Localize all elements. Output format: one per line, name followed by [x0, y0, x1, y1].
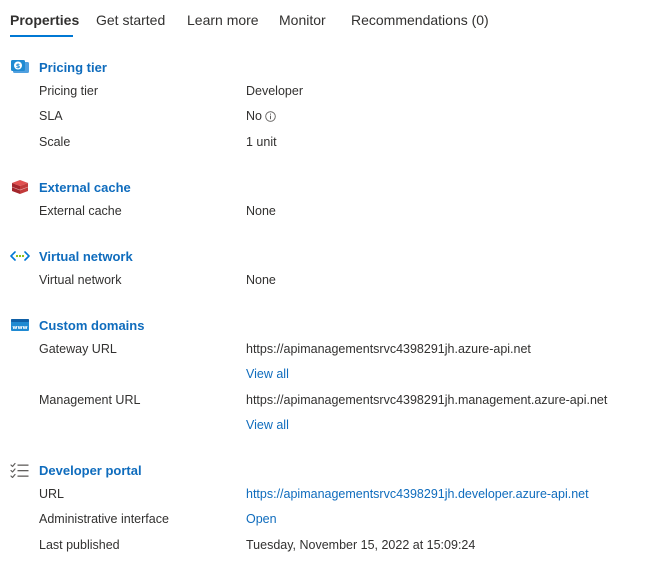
pricing-tier-label: Pricing tier [39, 84, 99, 98]
sla-value-wrapper: No [246, 109, 276, 125]
sla-value: No [246, 109, 262, 123]
section-title: External cache [39, 179, 131, 195]
section-external-cache: External cache [10, 177, 131, 197]
tab-bar: Properties Get started Learn more Monito… [0, 0, 653, 40]
tab-monitor[interactable]: Monitor [279, 12, 326, 28]
management-url-value: https://apimanagementsrvc4398291jh.manag… [246, 393, 608, 407]
info-icon[interactable] [265, 111, 276, 125]
scale-value: 1 unit [246, 135, 277, 149]
gateway-url-label: Gateway URL [39, 342, 117, 356]
section-title: Pricing tier [39, 59, 107, 75]
portal-url-label: URL [39, 487, 65, 501]
virtual-network-value: None [246, 273, 276, 287]
last-published-value: Tuesday, November 15, 2022 at 15:09:24 [246, 538, 476, 552]
virtual-network-icon [10, 248, 30, 264]
management-url-label: Management URL [39, 393, 141, 407]
section-pricing-tier: $ Pricing tier [10, 57, 107, 77]
pricing-tier-value: Developer [246, 84, 303, 98]
tab-properties[interactable]: Properties [10, 12, 79, 28]
tab-get-started[interactable]: Get started [96, 12, 165, 28]
tab-recommendations[interactable]: Recommendations (0) [351, 12, 489, 28]
active-tab-indicator [10, 35, 73, 37]
external-cache-label: External cache [39, 204, 122, 218]
management-view-all-link[interactable]: View all [246, 418, 289, 432]
section-title: Virtual network [39, 248, 133, 264]
admin-interface-open-link[interactable]: Open [246, 512, 277, 526]
svg-text:www: www [12, 325, 27, 331]
sla-label: SLA [39, 109, 63, 123]
section-title: Custom domains [39, 317, 145, 333]
www-icon: www [10, 317, 30, 333]
cache-icon [10, 179, 30, 195]
checklist-icon [10, 462, 30, 478]
section-custom-domains: www Custom domains [10, 315, 144, 335]
external-cache-value: None [246, 204, 276, 218]
tab-learn-more[interactable]: Learn more [187, 12, 259, 28]
pricing-tier-icon: $ [10, 59, 30, 75]
section-virtual-network: Virtual network [10, 246, 133, 266]
scale-label: Scale [39, 135, 71, 149]
virtual-network-label: Virtual network [39, 273, 122, 287]
gateway-url-value: https://apimanagementsrvc4398291jh.azure… [246, 342, 531, 356]
svg-text:$: $ [16, 62, 21, 70]
portal-url-link[interactable]: https://apimanagementsrvc4398291jh.devel… [246, 487, 589, 501]
gateway-view-all-link[interactable]: View all [246, 367, 289, 381]
admin-interface-label: Administrative interface [39, 512, 169, 526]
section-title: Developer portal [39, 462, 142, 478]
section-developer-portal: Developer portal [10, 460, 142, 480]
last-published-label: Last published [39, 538, 120, 552]
